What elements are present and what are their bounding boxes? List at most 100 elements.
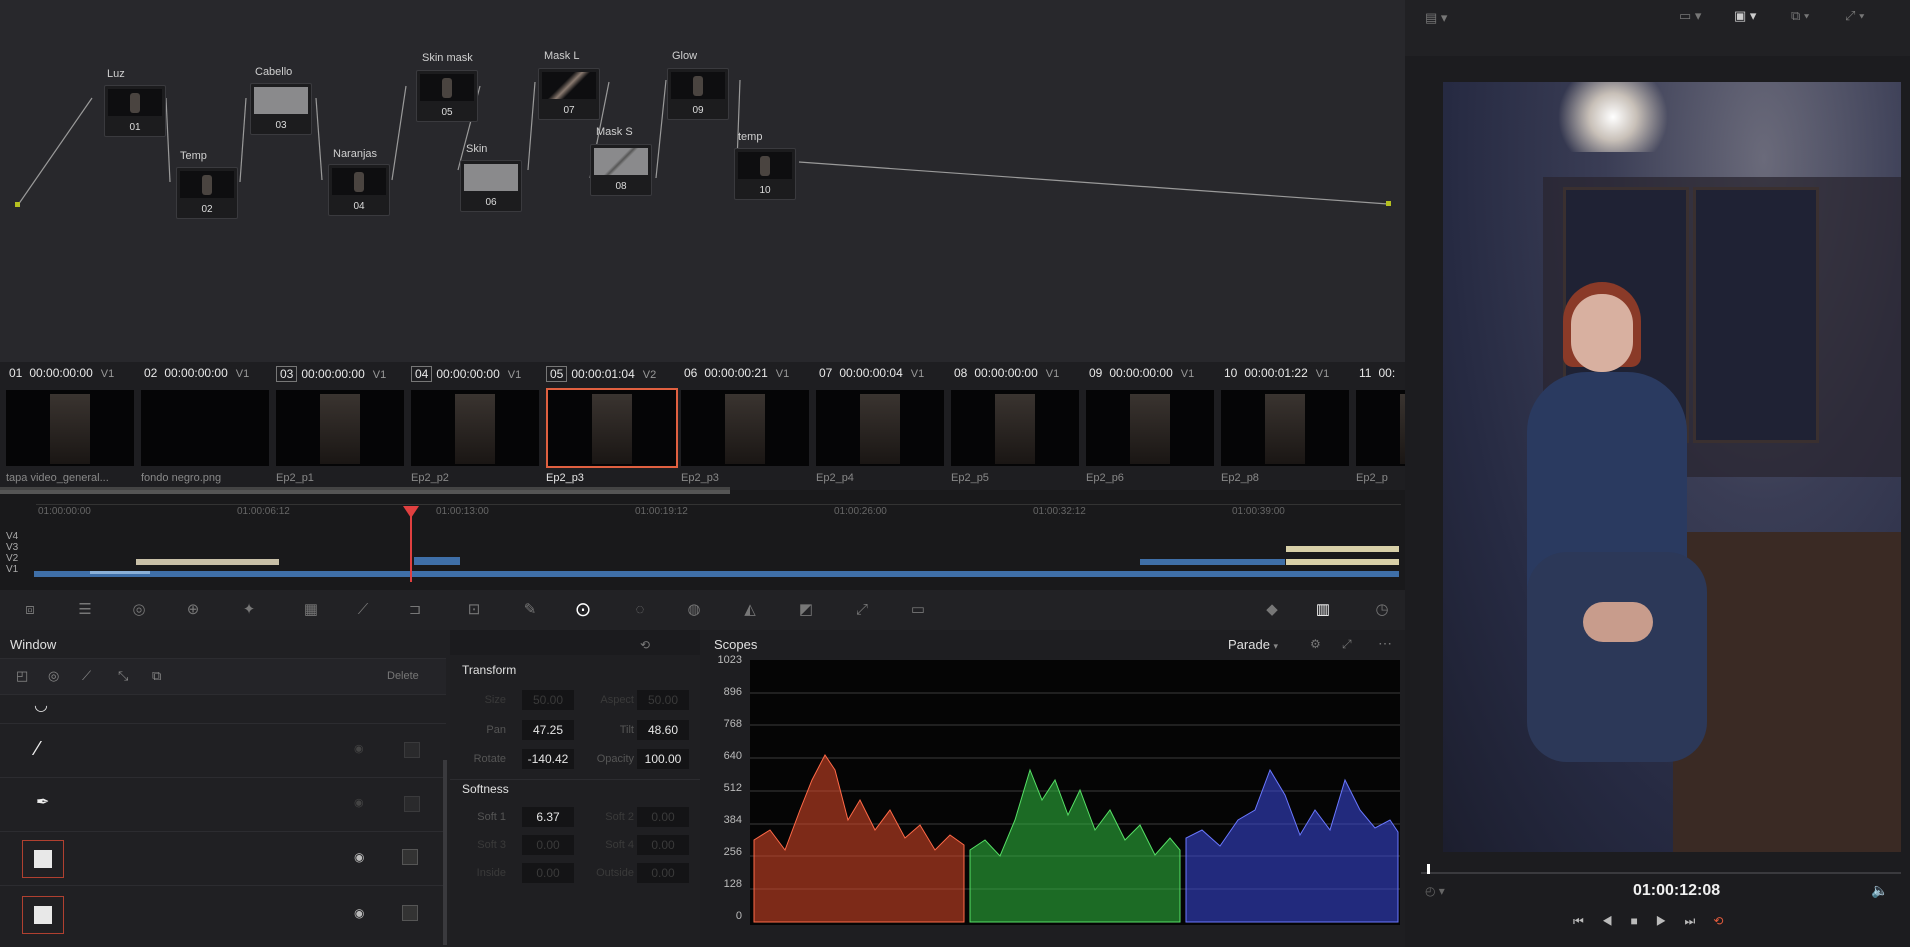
scopes-icon[interactable]: ▥ — [1313, 600, 1333, 620]
clip-thumbnail[interactable] — [546, 388, 678, 468]
scope-mode-select[interactable]: Parade ▾ — [1228, 637, 1278, 652]
play-reverse-icon[interactable]: ◀ — [1602, 914, 1631, 928]
node-03[interactable]: 03 — [250, 83, 312, 135]
rotate-field[interactable]: -140.42 — [522, 749, 574, 769]
clip-segment[interactable] — [90, 571, 150, 574]
play-icon[interactable]: ▶ — [1656, 914, 1685, 928]
delete-button[interactable]: Delete — [387, 670, 419, 682]
node-05[interactable]: 05 — [416, 70, 478, 122]
window-row-linear[interactable]: ⁄ ◉ — [0, 723, 446, 778]
magic-mask-icon[interactable]: ◍ — [684, 600, 704, 620]
inside-field[interactable]: 0.00 — [522, 863, 574, 883]
clip-segment[interactable] — [1286, 559, 1399, 565]
window-row-pen[interactable]: ✒ ◉ — [0, 777, 446, 832]
enable-toggle[interactable] — [404, 742, 420, 758]
tracker-icon[interactable]: ◌ — [630, 600, 650, 620]
3d-icon[interactable]: ▭ — [908, 600, 928, 620]
node-06[interactable]: 06 — [460, 160, 522, 212]
window-row-gradient-2[interactable]: ◉ — [0, 885, 446, 940]
mini-timeline[interactable]: 01:00:00:00 01:00:06:12 01:00:13:00 01:00:1… — [0, 490, 1405, 590]
motion-effects-icon[interactable]: ✦ — [239, 600, 259, 620]
aspect-field[interactable]: 50.00 — [637, 690, 689, 710]
window-link-icon[interactable]: ⤡ — [118, 668, 128, 684]
camera-raw-icon[interactable]: ⧈ — [20, 600, 40, 620]
window-copy-icon[interactable]: ⧉ — [152, 668, 161, 684]
clip-thumbnail[interactable] — [141, 390, 269, 466]
window-mode-icon[interactable]: ◰ — [16, 668, 28, 684]
reset-icon[interactable]: ⟲ — [640, 638, 650, 652]
tilt-field[interactable]: 48.60 — [637, 720, 689, 740]
clip-thumbnail[interactable] — [276, 390, 404, 466]
clip-segment[interactable] — [136, 559, 279, 565]
clip-thumbnail[interactable] — [6, 390, 134, 466]
clip-thumbnail[interactable] — [1086, 390, 1214, 466]
size-field[interactable]: 50.00 — [522, 690, 574, 710]
track-v1-clips[interactable] — [34, 571, 1399, 577]
node-10[interactable]: 10 — [734, 148, 796, 200]
soft3-field[interactable]: 0.00 — [522, 835, 574, 855]
enable-toggle[interactable] — [402, 849, 418, 865]
clip-thumbnail[interactable] — [681, 390, 809, 466]
loop-icon[interactable]: ⟲ — [1713, 914, 1741, 928]
clip-segment[interactable] — [414, 557, 460, 565]
viewer-scrubber[interactable] — [1421, 872, 1901, 874]
node-editor[interactable]: Luz 01 Temp 02 Cabello 03 Naranjas 04 Sk… — [0, 0, 1405, 362]
clip-segment[interactable] — [1286, 546, 1399, 552]
node-04[interactable]: 04 — [328, 164, 390, 216]
stop-icon[interactable]: ■ — [1631, 914, 1656, 928]
window-invert-icon[interactable]: ◎ — [48, 668, 59, 684]
panel-scrollbar[interactable] — [443, 760, 447, 945]
highlight-icon[interactable]: ⧉ ▾ — [1791, 8, 1809, 24]
playhead[interactable] — [410, 512, 412, 582]
window-mask-icon[interactable]: ⟋ — [82, 668, 91, 684]
color-warper-icon[interactable]: ⟋ — [353, 600, 373, 620]
more-options-icon[interactable]: ⋯ — [1378, 635, 1392, 652]
video-frame[interactable] — [1443, 82, 1901, 852]
clip-segment[interactable] — [1140, 559, 1285, 565]
speaker-icon[interactable]: 🔈 — [1871, 882, 1888, 899]
qualifier-icon[interactable]: ⊐ — [405, 600, 425, 620]
wipe-icon[interactable]: ▣ ▾ — [1734, 8, 1756, 24]
pen-window-icon[interactable]: ✒ — [36, 792, 49, 812]
soft4-field[interactable]: 0.00 — [637, 835, 689, 855]
timeline-scrollbar[interactable] — [0, 490, 730, 494]
color-match-icon[interactable]: ☰ — [75, 600, 95, 620]
curves-icon[interactable]: ▦ — [301, 600, 321, 620]
window-row-circle[interactable]: ◡ — [0, 694, 446, 723]
fullscreen-icon[interactable]: ⤢ ▾ — [1845, 8, 1864, 24]
soft2-field[interactable]: 0.00 — [637, 807, 689, 827]
invert-icon[interactable]: ◉ — [354, 796, 364, 809]
pan-field[interactable]: 47.25 — [522, 720, 574, 740]
clip-thumbnail[interactable] — [411, 390, 539, 466]
invert-icon[interactable]: ◉ — [354, 742, 364, 755]
node-08[interactable]: 08 — [590, 144, 652, 196]
circle-window-icon[interactable]: ◡ — [34, 695, 48, 715]
node-01[interactable]: 01 — [104, 85, 166, 137]
viewer-size-icon[interactable]: ▭ ▾ — [1679, 8, 1701, 24]
soft1-field[interactable]: 6.37 — [522, 807, 574, 827]
node-09[interactable]: 09 — [667, 68, 729, 120]
info-icon[interactable]: ◆ — [1262, 600, 1282, 620]
clip-thumbnail[interactable] — [951, 390, 1079, 466]
node-02[interactable]: 02 — [176, 167, 238, 219]
invert-icon[interactable]: ◉ — [354, 906, 364, 920]
playhead-handle[interactable] — [403, 506, 419, 518]
linear-window-icon[interactable]: ⁄ — [36, 738, 39, 761]
invert-icon[interactable]: ◉ — [354, 850, 364, 864]
clip-thumbnail[interactable] — [816, 390, 944, 466]
gradient-window-button[interactable] — [22, 840, 64, 878]
gradient-window-button[interactable] — [22, 896, 64, 934]
window-tool-icon[interactable]: ⊙ — [573, 600, 593, 620]
jump-start-icon[interactable]: ⏮ — [1573, 914, 1602, 928]
node-07[interactable]: 07 — [538, 68, 600, 120]
jump-end-icon[interactable]: ⏭ — [1685, 914, 1714, 928]
audio-settings-icon[interactable]: ◴ ▾ — [1425, 884, 1445, 898]
scope-settings-icon[interactable]: ⚙ — [1310, 637, 1321, 651]
eyedropper-icon[interactable]: ✎ — [520, 600, 540, 620]
key-icon[interactable]: ◩ — [796, 600, 816, 620]
sizing-icon[interactable]: ⤢ — [852, 600, 872, 620]
color-wheels-icon[interactable]: ◎ — [129, 600, 149, 620]
opacity-field[interactable]: 100.00 — [637, 749, 689, 769]
viewer-layout-icon[interactable]: ▤ ▾ — [1425, 10, 1447, 26]
timeline-icon[interactable]: ◷ — [1372, 600, 1392, 620]
